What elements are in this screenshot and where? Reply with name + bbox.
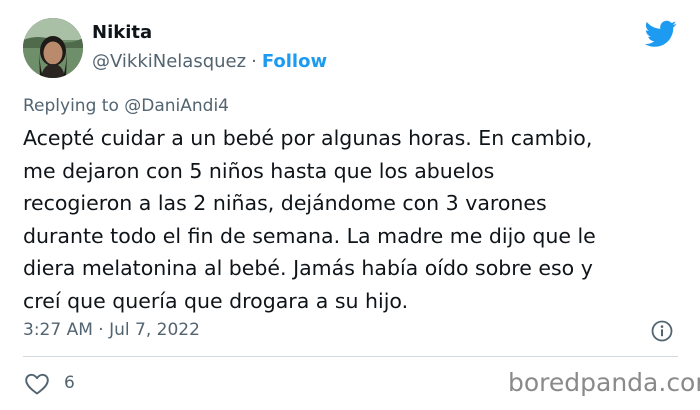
follow-button[interactable]: Follow (262, 51, 327, 72)
tweet-text-line: Acepté cuidar a un bebé por algunas hora… (23, 126, 593, 150)
info-icon[interactable] (651, 320, 673, 342)
tweet-text-line: recogieron a las 2 niñas, dejándome con … (23, 191, 547, 215)
heart-icon[interactable] (24, 372, 50, 396)
like-count: 6 (64, 373, 75, 393)
separator-dot: · (251, 51, 257, 72)
tweet-text-line: me dejaron con 5 niños hasta que los abu… (23, 158, 495, 183)
tweet-text-line: durante todo el fin de semana. La madre … (23, 223, 596, 248)
tweet-text-line: diera melatonina al bebé. Jamás había oí… (23, 256, 593, 280)
author-handle[interactable]: @VikkiNelasquez (92, 51, 246, 72)
tweet-timestamp[interactable]: 3:27 AM · Jul 7, 2022 (23, 320, 200, 340)
avatar[interactable] (23, 18, 83, 78)
reply-mention-link[interactable]: @DaniAndi4 (124, 96, 229, 116)
tweet-text-line: creí que quería que drogara a su hijo. (23, 288, 409, 313)
divider (23, 356, 678, 357)
watermark: boredpanda.com (508, 368, 700, 397)
tweet-text: Acepté cuidar a un bebé por algunas hora… (23, 122, 683, 317)
author-name[interactable]: Nikita (92, 22, 152, 43)
reply-context: Replying to @DaniAndi4 (23, 96, 229, 116)
reply-prefix: Replying to (23, 96, 119, 116)
twitter-bird-icon[interactable] (644, 20, 677, 48)
author-handle-row: @VikkiNelasquez · Follow (92, 51, 327, 72)
